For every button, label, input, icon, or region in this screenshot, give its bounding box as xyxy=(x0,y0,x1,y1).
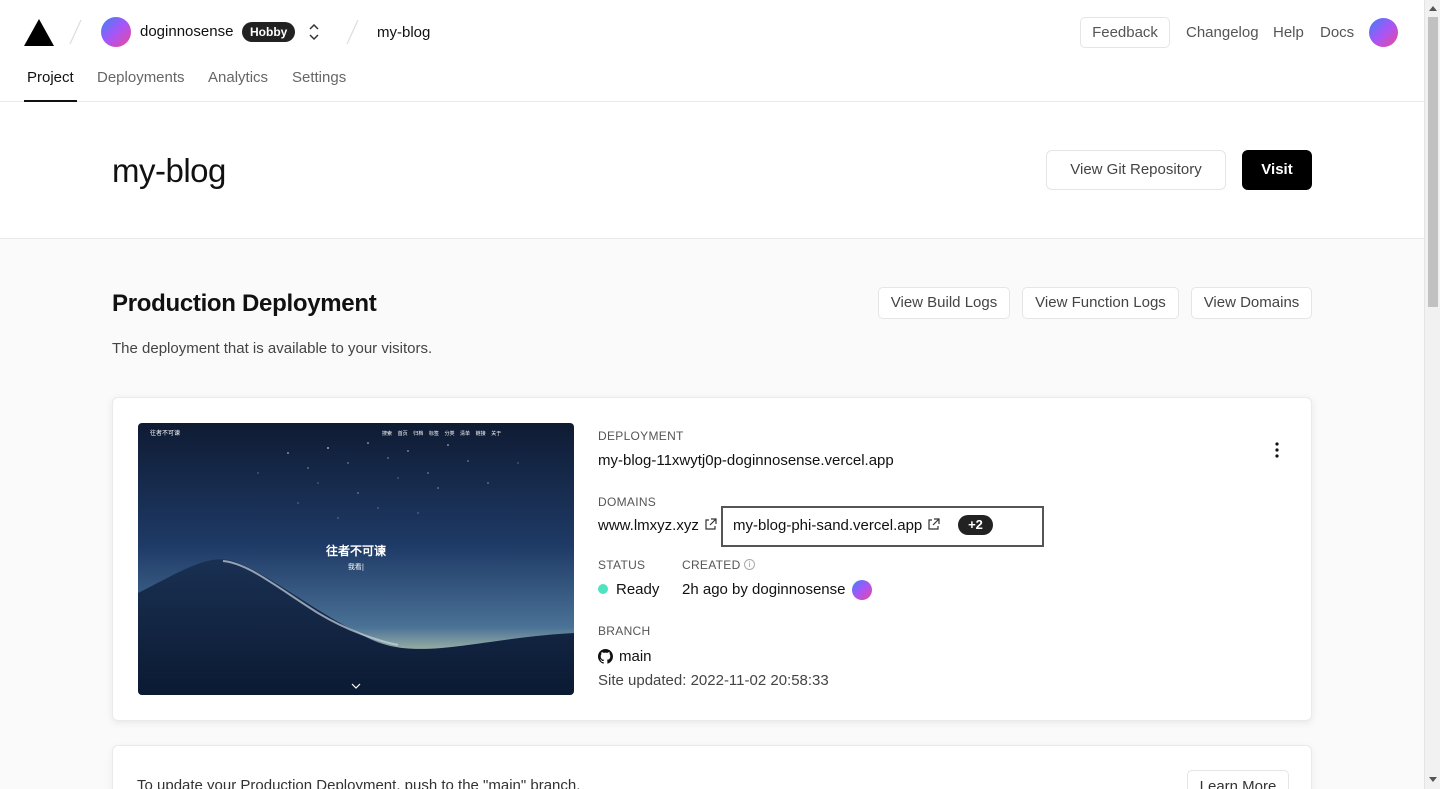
external-link-icon xyxy=(928,518,940,530)
view-build-logs-button[interactable]: View Build Logs xyxy=(878,287,1010,319)
vercel-logo-icon[interactable] xyxy=(24,19,54,46)
domain-link-primary[interactable]: www.lmxyz.xyz xyxy=(598,517,717,534)
project-breadcrumb[interactable]: my-blog xyxy=(377,24,430,41)
team-name[interactable]: doginnosense xyxy=(140,23,233,40)
update-info-card: To update your Production Deployment, pu… xyxy=(112,745,1312,789)
status-value: Ready xyxy=(616,581,660,598)
view-function-logs-button[interactable]: View Function Logs xyxy=(1022,287,1179,319)
deployment-label: DEPLOYMENT xyxy=(598,429,684,443)
scroll-down-icon[interactable] xyxy=(1429,777,1437,782)
tab-settings[interactable]: Settings xyxy=(292,69,346,86)
page-scrollbar[interactable] xyxy=(1424,0,1440,789)
view-domains-button[interactable]: View Domains xyxy=(1191,287,1312,319)
project-hero: my-blog View Git Repository Visit xyxy=(0,102,1424,239)
site-updated-message: Site updated: 2022-11-02 20:58:33 xyxy=(598,672,829,689)
more-options-icon[interactable] xyxy=(1269,440,1285,460)
help-link[interactable]: Help xyxy=(1273,24,1304,41)
visit-button[interactable]: Visit xyxy=(1242,150,1312,190)
docs-link[interactable]: Docs xyxy=(1320,24,1354,41)
plan-badge: Hobby xyxy=(242,22,296,42)
feedback-button[interactable]: Feedback xyxy=(1080,17,1170,48)
github-icon xyxy=(598,649,613,664)
more-domains-badge[interactable]: +2 xyxy=(958,515,993,535)
deployment-url[interactable]: my-blog-11xwytj0p-doginnosense.vercel.ap… xyxy=(598,452,894,469)
learn-more-button[interactable]: Learn More xyxy=(1187,770,1289,789)
created-value: 2h ago by doginnosense xyxy=(682,581,846,598)
creator-avatar[interactable] xyxy=(852,580,872,600)
branch-value[interactable]: main xyxy=(619,648,652,665)
view-git-repository-button[interactable]: View Git Repository xyxy=(1046,150,1226,190)
external-link-icon xyxy=(705,518,717,530)
created-label: CREATED xyxy=(682,558,741,572)
user-avatar[interactable] xyxy=(1369,18,1398,47)
branch-label: BRANCH xyxy=(598,624,651,638)
deployment-preview-image[interactable]: 往者不可谏 搜索 首页 归档 标签 分类 清单 链接 关于 往者不可谏 我看| xyxy=(138,423,574,695)
separator-icon xyxy=(68,18,82,46)
page-title: my-blog xyxy=(112,152,226,189)
changelog-link[interactable]: Changelog xyxy=(1186,24,1259,41)
team-switcher-icon[interactable] xyxy=(307,21,321,43)
status-dot-icon xyxy=(598,584,608,594)
deployment-card: 往者不可谏 搜索 首页 归档 标签 分类 清单 链接 关于 往者不可谏 我看| … xyxy=(112,397,1312,721)
team-avatar[interactable] xyxy=(101,17,131,47)
scrollbar-thumb[interactable] xyxy=(1428,17,1438,307)
tab-project[interactable]: Project xyxy=(27,69,74,86)
status-label: STATUS xyxy=(598,558,646,572)
tab-deployments[interactable]: Deployments xyxy=(97,69,185,86)
info-icon[interactable]: i xyxy=(744,559,755,570)
top-bar: doginnosense Hobby my-blog Feedback Chan… xyxy=(0,0,1424,102)
update-info-text: To update your Production Deployment, pu… xyxy=(137,777,581,789)
preview-nav-brand: 往者不可谏 xyxy=(150,429,180,437)
section-title: Production Deployment xyxy=(112,290,377,317)
separator-icon xyxy=(345,18,359,46)
scroll-up-icon[interactable] xyxy=(1429,6,1437,11)
tab-analytics[interactable]: Analytics xyxy=(208,69,268,86)
preview-site-title: 往者不可谏 xyxy=(326,543,387,558)
preview-site-subtitle: 我看| xyxy=(348,562,364,571)
domain-link-secondary[interactable]: my-blog-phi-sand.vercel.app xyxy=(733,517,940,534)
section-subtitle: The deployment that is available to your… xyxy=(112,340,433,357)
domains-label: DOMAINS xyxy=(598,495,657,509)
